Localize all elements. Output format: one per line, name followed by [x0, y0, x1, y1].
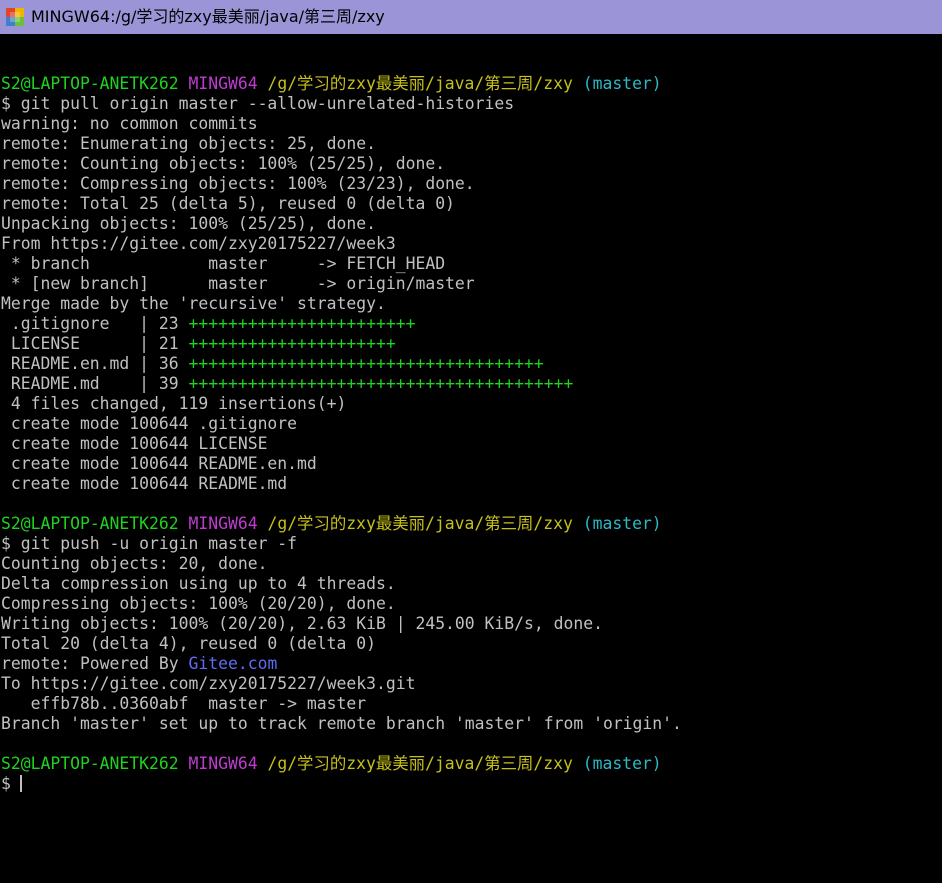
terminal-text: create mode 100644 .gitignore	[1, 414, 298, 433]
terminal-line: remote: Enumerating objects: 25, done.	[1, 134, 682, 154]
terminal-text: To https://gitee.com/zxy20175227/week3.g…	[1, 674, 416, 693]
terminal-text: Total 20 (delta 4), reused 0 (delta 0)	[1, 634, 376, 653]
terminal-line: 4 files changed, 119 insertions(+)	[1, 394, 682, 414]
terminal-line: $	[1, 774, 682, 794]
terminal-line: $ git push -u origin master -f	[1, 534, 682, 554]
terminal-text: Writing objects: 100% (20/20), 2.63 KiB …	[1, 614, 603, 633]
terminal-text: warning: no common commits	[1, 114, 258, 133]
terminal-text: S2@LAPTOP-ANETK262	[1, 514, 189, 533]
git-bash-icon	[6, 8, 24, 26]
terminal-text: /g/学习的zxy最美丽/java/第三周/zxy	[267, 754, 583, 773]
terminal-text: create mode 100644 README.en.md	[1, 454, 317, 473]
terminal-line: Counting objects: 20, done.	[1, 554, 682, 574]
terminal-line: create mode 100644 README.en.md	[1, 454, 682, 474]
terminal-text: /g/学习的zxy最美丽/java/第三周/zxy	[267, 514, 583, 533]
terminal-text: S2@LAPTOP-ANETK262	[1, 754, 189, 773]
terminal-lines: S2@LAPTOP-ANETK262 MINGW64 /g/学习的zxy最美丽/…	[1, 54, 682, 794]
terminal-text: Gitee.com	[188, 654, 278, 673]
terminal-line: Unpacking objects: 100% (25/25), done.	[1, 214, 682, 234]
terminal-line: remote: Total 25 (delta 5), reused 0 (de…	[1, 194, 682, 214]
terminal-text: Compressing objects: 100% (20/20), done.	[1, 594, 396, 613]
terminal-line: From https://gitee.com/zxy20175227/week3	[1, 234, 682, 254]
terminal-text: remote: Enumerating objects: 25, done.	[1, 134, 376, 153]
terminal-line: Branch 'master' set up to track remote b…	[1, 714, 682, 734]
terminal-line: * branch master -> FETCH_HEAD	[1, 254, 682, 274]
terminal-text: MINGW64	[188, 754, 268, 773]
terminal-text: (master)	[582, 74, 662, 93]
terminal-text: From https://gitee.com/zxy20175227/week3	[1, 234, 396, 253]
terminal-line: remote: Powered By Gitee.com	[1, 654, 682, 674]
terminal-line: warning: no common commits	[1, 114, 682, 134]
terminal-line: * [new branch] master -> origin/master	[1, 274, 682, 294]
terminal-text: +++++++++++++++++++++	[188, 334, 396, 353]
terminal-line: create mode 100644 .gitignore	[1, 414, 682, 434]
terminal-line: To https://gitee.com/zxy20175227/week3.g…	[1, 674, 682, 694]
terminal-output[interactable]: S2@LAPTOP-ANETK262 MINGW64 /g/学习的zxy最美丽/…	[0, 34, 942, 883]
terminal-text: .gitignore | 23	[1, 314, 189, 333]
terminal-text: Counting objects: 20, done.	[1, 554, 268, 573]
terminal-text: (master)	[582, 754, 662, 773]
terminal-text: Merge made by the 'recursive' strategy.	[1, 294, 386, 313]
terminal-text: remote: Compressing objects: 100% (23/23…	[1, 174, 475, 193]
terminal-line: README.md | 39 +++++++++++++++++++++++++…	[1, 374, 682, 394]
window-title: MINGW64:/g/学习的zxy最美丽/java/第三周/zxy	[31, 7, 385, 26]
terminal-text: effb78b..0360abf master -> master	[1, 694, 367, 713]
terminal-line: Compressing objects: 100% (20/20), done.	[1, 594, 682, 614]
terminal-line: Writing objects: 100% (20/20), 2.63 KiB …	[1, 614, 682, 634]
terminal-text: Delta compression using up to 4 threads.	[1, 574, 396, 593]
terminal-text: (master)	[582, 514, 662, 533]
terminal-line: Delta compression using up to 4 threads.	[1, 574, 682, 594]
terminal-line: README.en.md | 36 ++++++++++++++++++++++…	[1, 354, 682, 374]
text-cursor	[19, 775, 22, 792]
terminal-line: $ git pull origin master --allow-unrelat…	[1, 94, 682, 114]
terminal-text: /g/学习的zxy最美丽/java/第三周/zxy	[267, 74, 583, 93]
terminal-text: +++++++++++++++++++++++	[188, 314, 416, 333]
terminal-line: effb78b..0360abf master -> master	[1, 694, 682, 714]
terminal-text: $ git push -u origin master -f	[1, 534, 298, 553]
terminal-text: README.en.md | 36	[1, 354, 189, 373]
terminal-text: $	[1, 774, 11, 793]
terminal-text: $ git pull origin master --allow-unrelat…	[1, 94, 515, 113]
terminal-text: create mode 100644 README.md	[1, 474, 288, 493]
terminal-text: * branch master -> FETCH_HEAD	[1, 254, 446, 273]
terminal-text: LICENSE | 21	[1, 334, 189, 353]
terminal-text: 4 files changed, 119 insertions(+)	[1, 394, 347, 413]
terminal-line: create mode 100644 LICENSE	[1, 434, 682, 454]
terminal-line: remote: Compressing objects: 100% (23/23…	[1, 174, 682, 194]
terminal-text: ++++++++++++++++++++++++++++++++++++	[188, 354, 544, 373]
terminal-text: create mode 100644 LICENSE	[1, 434, 268, 453]
terminal-line: S2@LAPTOP-ANETK262 MINGW64 /g/学习的zxy最美丽/…	[1, 754, 682, 774]
terminal-line: create mode 100644 README.md	[1, 474, 682, 494]
terminal-text: Unpacking objects: 100% (25/25), done.	[1, 214, 376, 233]
terminal-line: S2@LAPTOP-ANETK262 MINGW64 /g/学习的zxy最美丽/…	[1, 74, 682, 94]
terminal-line: LICENSE | 21 +++++++++++++++++++++	[1, 334, 682, 354]
terminal-text: MINGW64	[188, 74, 268, 93]
terminal-line: remote: Counting objects: 100% (25/25), …	[1, 154, 682, 174]
terminal-text: remote: Powered By	[1, 654, 189, 673]
terminal-text: +++++++++++++++++++++++++++++++++++++++	[188, 374, 574, 393]
terminal-text: * [new branch] master -> origin/master	[1, 274, 475, 293]
terminal-text: README.md | 39	[1, 374, 189, 393]
terminal-text: S2@LAPTOP-ANETK262	[1, 74, 189, 93]
terminal-text: Branch 'master' set up to track remote b…	[1, 714, 682, 733]
terminal-line: Merge made by the 'recursive' strategy.	[1, 294, 682, 314]
terminal-text: MINGW64	[188, 514, 268, 533]
title-bar[interactable]: MINGW64:/g/学习的zxy最美丽/java/第三周/zxy	[0, 0, 942, 34]
terminal-text: remote: Counting objects: 100% (25/25), …	[1, 154, 446, 173]
terminal-text: remote: Total 25 (delta 5), reused 0 (de…	[1, 194, 455, 213]
terminal-line: .gitignore | 23 +++++++++++++++++++++++	[1, 314, 682, 334]
terminal-line: S2@LAPTOP-ANETK262 MINGW64 /g/学习的zxy最美丽/…	[1, 514, 682, 534]
terminal-line: Total 20 (delta 4), reused 0 (delta 0)	[1, 634, 682, 654]
